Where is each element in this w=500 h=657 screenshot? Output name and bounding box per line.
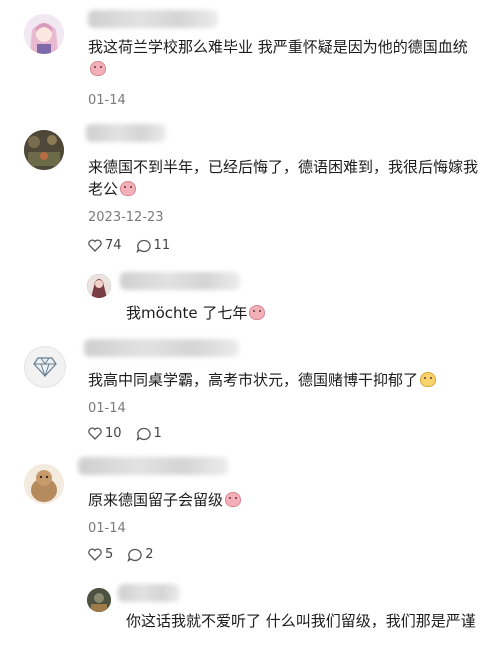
reply-button[interactable]: 11 (135, 238, 170, 253)
username-blurred[interactable] (86, 124, 166, 142)
emoji-icon (90, 61, 106, 76)
comment-date: 01-14 (88, 521, 126, 536)
reply-text: 我möchte 了七年 (126, 302, 476, 324)
reply-bubble-icon (135, 239, 151, 253)
username-blurred[interactable] (120, 272, 240, 290)
comment-actions: 74 11 (88, 238, 184, 253)
like-button[interactable]: 5 (88, 547, 113, 562)
comment-date: 01-14 (88, 401, 126, 416)
heart-icon (88, 427, 102, 440)
emoji-icon (420, 372, 437, 387)
avatar[interactable] (24, 130, 64, 170)
comment-text: 原来德国留子会留级 (88, 489, 488, 511)
username-blurred[interactable] (84, 339, 239, 357)
reply-bubble-icon (135, 427, 151, 441)
like-button[interactable]: 10 (88, 426, 122, 441)
comment-text: 我高中同桌学霸，高考市状元，德国赌博干抑郁了 (88, 369, 488, 391)
comment-actions: 5 2 (88, 547, 168, 562)
reply-button[interactable]: 1 (135, 426, 162, 441)
avatar[interactable] (87, 588, 111, 612)
username-blurred[interactable] (78, 457, 228, 475)
avatar[interactable] (24, 464, 64, 504)
emoji-icon (225, 492, 242, 507)
diamond-icon[interactable] (24, 346, 66, 388)
heart-icon (88, 548, 102, 561)
reply-text: 你这话我就不爱听了 什么叫我们留级，我们那是严谨 (126, 612, 476, 630)
username-blurred[interactable] (118, 584, 180, 602)
reply-button[interactable]: 2 (127, 547, 154, 562)
like-button[interactable]: 74 (88, 238, 122, 253)
comment-date: 01-14 (88, 93, 126, 108)
username-blurred[interactable] (88, 10, 218, 28)
emoji-icon (120, 181, 137, 196)
avatar[interactable] (87, 274, 111, 298)
comment-text: 来德国不到半年，已经后悔了，德语困难到，我很后悔嫁我老公 (88, 158, 479, 198)
heart-icon (88, 239, 102, 252)
anime-avatar-icon[interactable] (24, 14, 64, 54)
comment-actions: 10 1 (88, 426, 176, 441)
comment-text: 我这荷兰学校那么难毕业 我严重怀疑是因为他的德国血统 (88, 36, 483, 80)
emoji-icon (249, 305, 266, 320)
comment-date: 2023-12-23 (88, 210, 164, 225)
reply-bubble-icon (127, 548, 143, 562)
